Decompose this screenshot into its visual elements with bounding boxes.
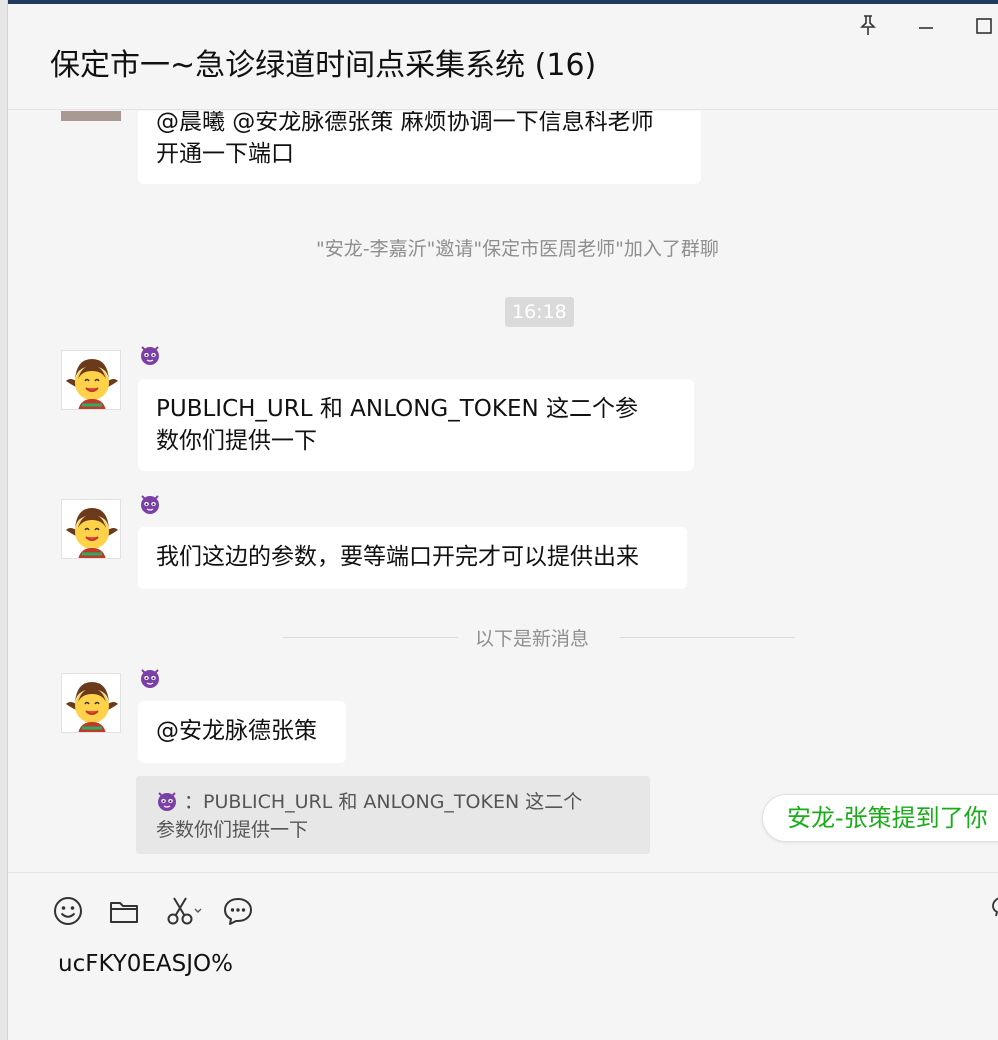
minimize-icon[interactable] xyxy=(911,8,941,43)
avatar[interactable] xyxy=(61,111,121,121)
message-bubble[interactable]: PUBLICH_URL 和 ANLONG_TOKEN 这二个参 数你们提供一下 xyxy=(138,379,694,471)
message-text: @安龙脉德张策 xyxy=(156,718,317,744)
message-text-line: 开通一下端口 xyxy=(156,141,294,167)
devil-emoji-icon xyxy=(139,344,161,366)
message-text-line: PUBLICH_URL 和 ANLONG_TOKEN 这二个参 xyxy=(156,396,639,422)
pin-icon[interactable] xyxy=(853,14,883,41)
devil-emoji-icon xyxy=(156,790,178,812)
avatar[interactable] xyxy=(61,350,121,410)
devil-emoji-icon xyxy=(139,493,161,515)
divider-line xyxy=(620,637,795,638)
mention-notification[interactable]: 安龙-张策提到了你 xyxy=(762,794,998,842)
left-window-edge xyxy=(0,0,8,1040)
divider-line xyxy=(283,637,458,638)
chat-title: 保定市一~急诊绿道时间点采集系统 (16) xyxy=(50,48,597,83)
quote-text-line: ：PUBLICH_URL 和 ANLONG_TOKEN 这二个 xyxy=(184,791,583,813)
message-text-line: 数你们提供一下 xyxy=(156,428,317,454)
message-bubble[interactable]: @晨曦 @安龙脉德张策 麻烦协调一下信息科老师 开通一下端口 xyxy=(138,111,701,184)
chat-history-icon[interactable] xyxy=(222,895,256,929)
emoji-icon[interactable] xyxy=(52,895,86,929)
message-text-line: @晨曦 @安龙脉德张策 麻烦协调一下信息科老师 xyxy=(156,111,654,135)
quoted-message[interactable]: ：PUBLICH_URL 和 ANLONG_TOKEN 这二个 参数你们提供一下 xyxy=(136,776,650,854)
avatar[interactable] xyxy=(61,673,121,733)
quote-text-line: 参数你们提供一下 xyxy=(156,819,309,841)
title-bar: 保定市一~急诊绿道时间点采集系统 (16) xyxy=(8,4,998,110)
devil-emoji-icon xyxy=(139,667,161,689)
timestamp-badge: 16:18 xyxy=(505,297,574,327)
message-bubble[interactable]: @安龙脉德张策 xyxy=(138,701,346,763)
edge-chat-icon[interactable] xyxy=(990,893,998,919)
maximize-icon[interactable] xyxy=(968,14,998,41)
avatar[interactable] xyxy=(61,499,121,559)
folder-icon[interactable] xyxy=(108,895,142,929)
message-input-area[interactable]: ucFKY0EASJO% xyxy=(8,872,998,1040)
chat-message-list[interactable]: @晨曦 @安龙脉德张策 麻烦协调一下信息科老师 开通一下端口 "安龙-李嘉沂"邀… xyxy=(8,111,998,871)
message-text: 我们这边的参数，要等端口开完才可以提供出来 xyxy=(156,544,639,570)
new-messages-divider-label: 以下是新消息 xyxy=(475,628,590,650)
system-message: "安龙-李嘉沂"邀请"保定市医周老师"加入了群聊 xyxy=(316,238,719,260)
scissors-icon[interactable] xyxy=(164,895,208,929)
message-bubble[interactable]: 我们这边的参数，要等端口开完才可以提供出来 xyxy=(138,527,687,589)
message-input[interactable]: ucFKY0EASJO% xyxy=(58,951,233,977)
